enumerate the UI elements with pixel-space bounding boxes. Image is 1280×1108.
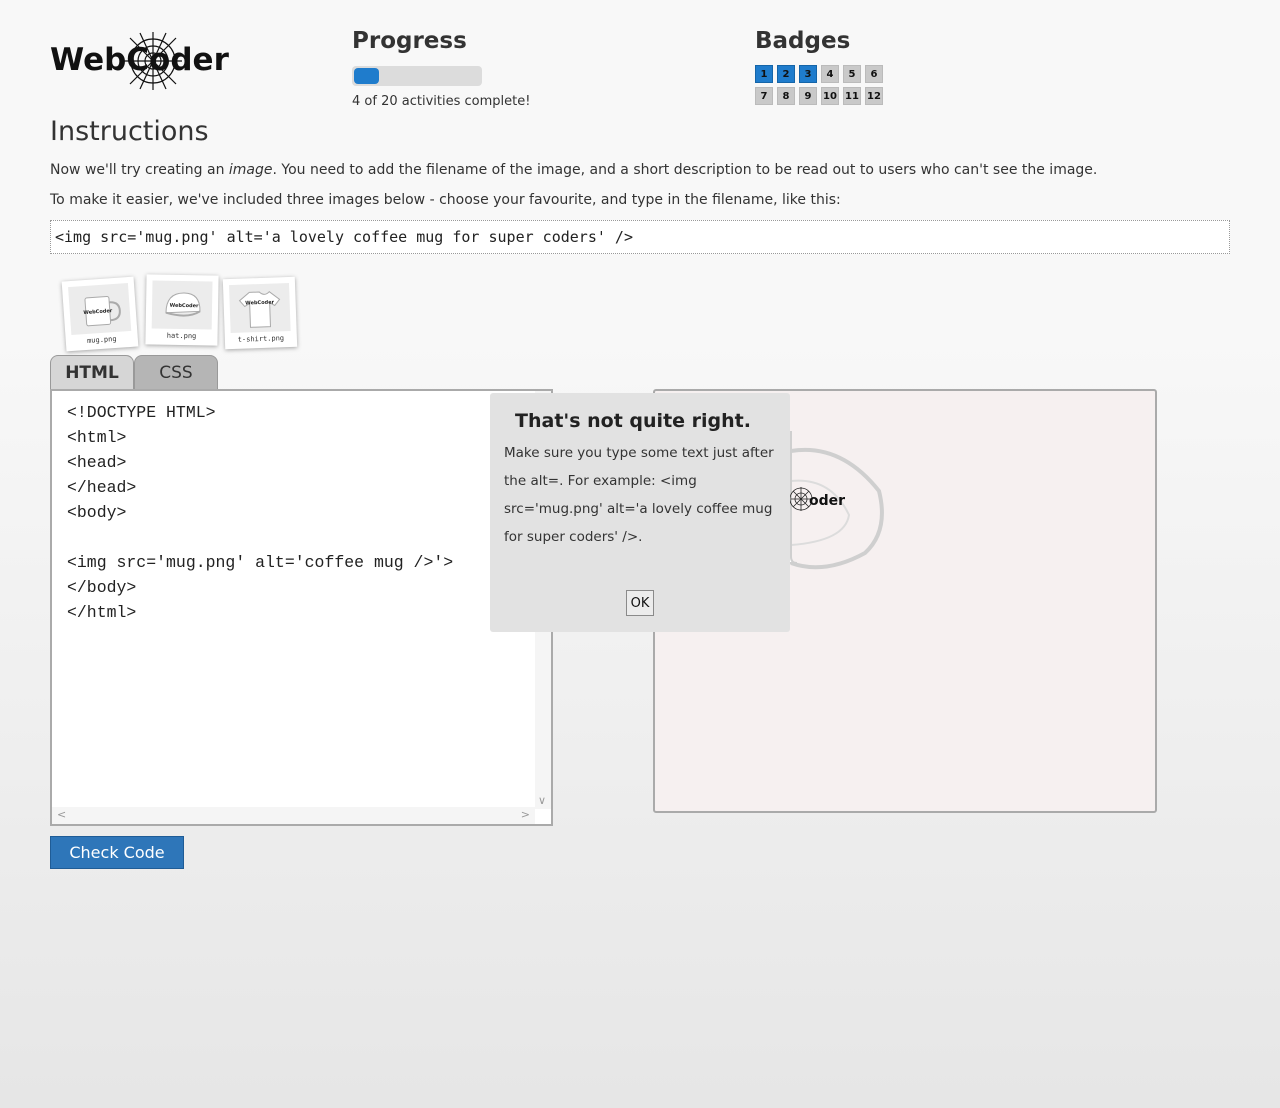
badge-2[interactable]: 2 [777,65,795,83]
badge-6[interactable]: 6 [865,65,883,83]
instructions-emphasis: image [228,162,273,178]
badge-10[interactable]: 10 [821,87,839,105]
badge-12[interactable]: 12 [865,87,883,105]
instructions-paragraph-1: Now we'll try creating an image. You nee… [50,162,1097,178]
tshirt-icon: WebCoder [229,282,291,334]
badge-3[interactable]: 3 [799,65,817,83]
badges-grid: 1 2 3 4 5 6 7 8 9 10 11 12 [755,65,955,105]
scroll-right-icon[interactable]: > [521,808,530,821]
horizontal-scrollbar[interactable]: < > [52,807,535,824]
dialog-message: Make sure you type some text just after … [504,445,774,545]
tab-css[interactable]: CSS [134,355,218,389]
badge-4[interactable]: 4 [821,65,839,83]
image-thumbnail-mug[interactable]: WebCoder mug.png [61,276,139,352]
instructions-text: Now we'll try creating an [50,162,229,178]
scroll-left-icon[interactable]: < [57,808,66,821]
tab-html[interactable]: HTML [50,355,134,389]
svg-text:WebCoder: WebCoder [245,299,275,306]
code-editor[interactable]: <!DOCTYPE HTML> <html> <head> </head> <b… [50,389,553,826]
example-code: <img src='mug.png' alt='a lovely coffee … [50,220,1230,254]
image-thumbnail-tshirt[interactable]: WebCoder t-shirt.png [222,276,298,350]
progress-text: 4 of 20 activities complete! [352,94,531,109]
progress-bar-fill [354,68,379,84]
webcoder-logo[interactable]: WebCoder [50,30,229,92]
mug-brand-text: oder [809,493,845,509]
badge-7[interactable]: 7 [755,87,773,105]
badges-section: Badges 1 2 3 4 5 6 7 8 9 10 11 12 [755,28,955,105]
instructions-title: Instructions [50,116,209,147]
error-dialog: That's not quite right. Make sure you ty… [490,393,790,632]
badges-title: Badges [755,28,851,54]
svg-text:WebCoder: WebCoder [170,303,199,310]
image-caption: hat.png [166,331,197,341]
hat-icon: WebCoder [151,280,213,330]
image-caption: t-shirt.png [237,334,285,344]
badge-11[interactable]: 11 [843,87,861,105]
scroll-down-icon[interactable]: ∨ [538,794,546,807]
progress-title: Progress [352,28,467,54]
instructions-text: . You need to add the filename of the im… [272,162,1098,178]
badge-1[interactable]: 1 [755,65,773,83]
badge-8[interactable]: 8 [777,87,795,105]
dialog-title: That's not quite right. [515,410,751,432]
check-code-button[interactable]: Check Code [50,836,184,869]
badge-9[interactable]: 9 [799,87,817,105]
code-editor-content[interactable]: <!DOCTYPE HTML> <html> <head> </head> <b… [52,391,551,634]
mug-icon: WebCoder [68,282,132,336]
badge-5[interactable]: 5 [843,65,861,83]
image-caption: mug.png [86,334,117,345]
progress-bar [352,66,482,86]
instructions-paragraph-2: To make it easier, we've included three … [50,192,841,208]
logo-text: WebCoder [50,42,229,78]
progress-section: Progress 4 of 20 activities complete! [352,28,652,109]
ok-button[interactable]: OK [626,590,654,616]
image-thumbnail-hat[interactable]: WebCoder hat.png [145,274,219,346]
